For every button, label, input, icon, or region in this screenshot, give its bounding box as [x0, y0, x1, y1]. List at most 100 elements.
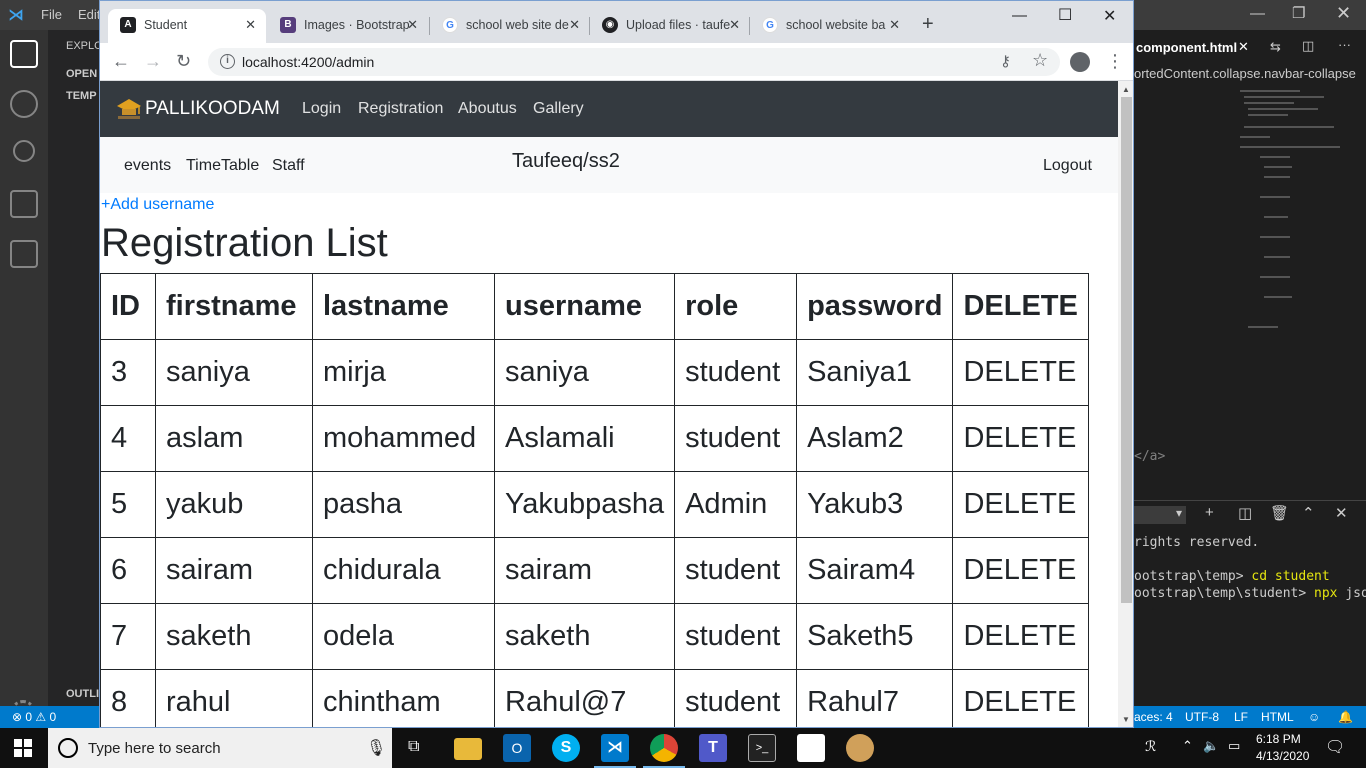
browser-tab-bootstrap[interactable]: B Images · Bootstrap ✕ — [268, 9, 428, 43]
password-key-icon[interactable]: ⚷ — [1000, 52, 1011, 70]
nav-registration-link[interactable]: Registration — [358, 100, 443, 118]
file-explorer-icon[interactable] — [454, 738, 482, 760]
debug-icon[interactable] — [10, 190, 38, 218]
compare-icon[interactable]: ⇆ — [1270, 39, 1281, 55]
tab-close-icon[interactable]: ✕ — [245, 17, 256, 33]
close-panel-icon[interactable]: ✕ — [1335, 504, 1348, 522]
action-center-icon[interactable]: 🗨 — [1325, 737, 1345, 757]
status-language[interactable]: HTML — [1261, 710, 1294, 724]
browser-tab-google-2[interactable]: G school website ba ✕ — [750, 9, 910, 43]
chrome-taskbar-icon[interactable] — [650, 734, 678, 762]
subnav-timetable-link[interactable]: TimeTable — [186, 157, 259, 175]
nav-aboutus-link[interactable]: Aboutus — [458, 100, 517, 118]
explorer-icon[interactable] — [10, 40, 38, 68]
notification-bell-icon[interactable]: 🔔 — [1338, 710, 1353, 724]
vscode-minimize-icon[interactable]: — — [1250, 5, 1265, 22]
paint-icon[interactable] — [846, 734, 874, 762]
microphone-icon[interactable]: 🎙 — [366, 738, 386, 758]
terminal-select[interactable]: ▾ — [1134, 506, 1186, 524]
volume-icon[interactable]: 🔈 — [1203, 738, 1219, 754]
terminal-icon[interactable]: >_ — [748, 734, 776, 762]
browser-tab-google-1[interactable]: G school web site de ✕ — [430, 9, 590, 43]
nav-gallery-link[interactable]: Gallery — [533, 100, 584, 118]
browser-tab-github[interactable]: ◉ Upload files · taufe ✕ — [590, 9, 750, 43]
school-logo-icon — [117, 99, 141, 119]
status-eol[interactable]: LF — [1234, 710, 1248, 724]
network-icon[interactable]: ▭ — [1228, 738, 1240, 754]
site-info-icon[interactable]: i — [220, 54, 235, 69]
back-arrow-icon[interactable]: ← — [112, 51, 130, 72]
delete-button[interactable]: DELETE — [952, 669, 1089, 727]
tab-close-icon[interactable]: ✕ — [729, 17, 740, 33]
vscode-editor-tab[interactable]: component.html ✕ ⇆ ◫ ··· — [1134, 34, 1366, 60]
new-terminal-icon[interactable]: + — [1205, 504, 1214, 521]
maximize-icon[interactable]: ☐ — [1058, 5, 1072, 25]
angular-icon: A — [120, 17, 136, 33]
tab-close-icon[interactable]: ✕ — [407, 17, 418, 33]
tab-label: school web site de — [466, 18, 569, 32]
clock-time[interactable]: 6:18 PM — [1256, 732, 1301, 746]
outlook-icon[interactable]: O — [503, 734, 531, 762]
chrome-menu-icon[interactable]: ⋮ — [1106, 51, 1124, 72]
split-editor-icon[interactable]: ◫ — [1302, 38, 1314, 54]
photos-icon[interactable] — [797, 734, 825, 762]
people-icon[interactable]: ℛ — [1145, 738, 1156, 755]
browser-tab-student[interactable]: A Student ✕ — [108, 9, 266, 43]
subnav-events-link[interactable]: events — [124, 157, 171, 175]
brand-name[interactable]: PALLIKOODAM — [145, 98, 280, 120]
bookmark-star-icon[interactable]: ☆ — [1032, 50, 1048, 71]
clock-date[interactable]: 4/13/2020 — [1256, 749, 1309, 763]
scroll-thumb[interactable] — [1121, 97, 1132, 603]
feedback-smiley-icon[interactable]: ☺ — [1308, 710, 1320, 724]
profile-avatar-icon[interactable] — [1070, 52, 1090, 72]
maximize-panel-icon[interactable]: ⌃ — [1302, 504, 1315, 522]
temp-folder-section[interactable]: TEMP — [66, 90, 97, 102]
taskbar-search-box[interactable]: Type here to search 🎙 — [48, 728, 392, 768]
reload-icon[interactable]: ↻ — [176, 51, 191, 72]
add-username-link[interactable]: +Add username — [101, 196, 214, 214]
scroll-down-arrow-icon[interactable]: ▼ — [1122, 715, 1130, 724]
tab-close-icon[interactable]: ✕ — [569, 17, 580, 33]
close-window-icon[interactable]: ✕ — [1103, 6, 1116, 26]
delete-button[interactable]: DELETE — [952, 339, 1089, 406]
editor-tab-close-icon[interactable]: ✕ — [1238, 39, 1249, 55]
editor-breadcrumb[interactable]: ortedContent.collapse.navbar-collapse — [1134, 66, 1366, 81]
scroll-up-arrow-icon[interactable]: ▲ — [1122, 85, 1130, 94]
logout-link[interactable]: Logout — [1043, 157, 1092, 175]
subnav-staff-link[interactable]: Staff — [272, 157, 305, 175]
more-actions-icon[interactable]: ··· — [1338, 37, 1351, 52]
search-icon[interactable] — [10, 90, 38, 118]
forward-arrow-icon[interactable]: → — [144, 51, 162, 72]
source-control-icon[interactable] — [13, 140, 35, 162]
teams-icon[interactable]: T — [699, 734, 727, 762]
open-editors-section[interactable]: OPEN — [66, 68, 97, 80]
vscode-menu-edit[interactable]: Edit — [78, 7, 100, 22]
delete-button[interactable]: DELETE — [952, 405, 1089, 472]
delete-button[interactable]: DELETE — [952, 603, 1089, 670]
outline-section[interactable]: OUTLI — [66, 688, 99, 700]
nav-login-link[interactable]: Login — [302, 100, 341, 118]
tab-close-icon[interactable]: ✕ — [889, 17, 900, 33]
tray-expand-icon[interactable]: ⌃ — [1182, 738, 1193, 754]
minimize-icon[interactable]: — — [1012, 7, 1027, 24]
status-encoding[interactable]: UTF-8 — [1185, 710, 1219, 724]
extensions-icon[interactable] — [10, 240, 38, 268]
vscode-taskbar-icon[interactable]: ⋊ — [601, 734, 629, 762]
status-indentation[interactable]: aces: 4 — [1134, 710, 1173, 724]
windows-start-icon[interactable] — [14, 739, 32, 757]
split-terminal-icon[interactable]: ◫ — [1238, 504, 1252, 522]
delete-button[interactable]: DELETE — [952, 471, 1089, 538]
skype-icon[interactable]: S — [552, 734, 580, 762]
page-scrollbar[interactable]: ▲ ▼ — [1118, 81, 1133, 727]
vscode-restore-icon[interactable]: ❐ — [1292, 4, 1305, 22]
task-view-icon[interactable]: ⧉ — [408, 738, 419, 756]
address-bar[interactable]: i localhost:4200/admin ⚷ ☆ — [208, 48, 1060, 76]
code-snippet: </a> — [1134, 449, 1166, 464]
vscode-menu-file[interactable]: File — [41, 7, 62, 22]
kill-terminal-icon[interactable]: 🗑 — [1270, 504, 1289, 522]
status-problems[interactable]: ⊗ 0 ⚠ 0 — [12, 710, 56, 724]
vscode-close-icon[interactable]: ✕ — [1336, 3, 1351, 24]
new-tab-button[interactable]: + — [922, 13, 934, 36]
delete-button[interactable]: DELETE — [952, 537, 1089, 604]
cell-id: 7 — [100, 603, 156, 670]
